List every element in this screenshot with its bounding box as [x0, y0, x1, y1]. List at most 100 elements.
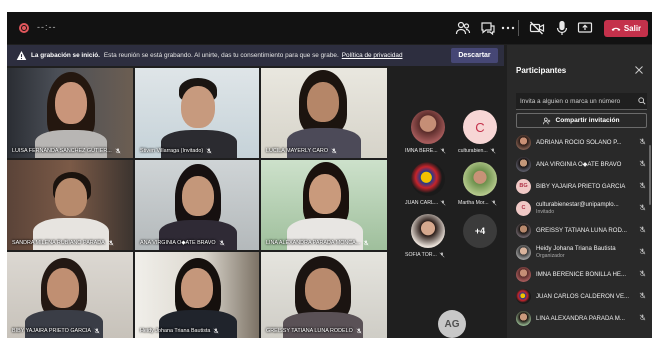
- video-tile[interactable]: LUISA FERNANDA SANCHEZ GUTIER...: [7, 68, 133, 158]
- video-tile[interactable]: LINA ALEXANDRA PARADA MONCA...: [261, 160, 387, 250]
- avatar: C: [516, 200, 531, 216]
- participant-avatar[interactable]: [411, 214, 445, 248]
- camera-off-icon[interactable]: [528, 19, 546, 37]
- avatar: [516, 310, 531, 326]
- participant-name: Heidy Johana Triana Bautista: [140, 328, 219, 334]
- people-icon[interactable]: [454, 19, 472, 37]
- participant-role: Invitado: [536, 209, 555, 215]
- mic-muted-icon: [639, 270, 646, 277]
- participant-avatar[interactable]: [411, 110, 445, 144]
- participant-list-item[interactable]: ADRIANA ROCIO SOLANO P...: [516, 131, 646, 153]
- video-tile[interactable]: Stiven Villarraga (Invitado): [135, 68, 259, 158]
- avatar: [516, 288, 531, 304]
- mic-muted-icon: [639, 226, 646, 233]
- teams-meeting-window: --:-- Salir La grabación se inició. Esta…: [7, 12, 652, 338]
- participant-list-item[interactable]: JUAN CARLOS CALDERON VE...: [516, 285, 646, 307]
- avatar-label: culturabien...: [458, 148, 496, 154]
- participant-name: ANA VIRGINIA O◆ATE BRAVO: [140, 240, 225, 246]
- mic-muted-icon: [440, 200, 446, 206]
- video-tile[interactable]: Heidy Johana Triana Bautista: [135, 252, 259, 338]
- invite-input[interactable]: [516, 93, 647, 110]
- recording-banner: La grabación se inició. Esta reunión se …: [7, 45, 504, 66]
- warning-icon: [16, 51, 27, 60]
- mic-muted-icon: [206, 148, 212, 154]
- participant-name: SANDRA MILENA RUBIANO PARADA: [12, 240, 114, 246]
- mic-muted-icon: [639, 314, 646, 321]
- banner-message: Esta reunión se está grabando. Al unirte…: [103, 52, 339, 59]
- mic-muted-icon: [639, 248, 646, 255]
- avatar-label: Martha Mor...: [458, 200, 497, 206]
- mic-muted-icon: [639, 292, 646, 299]
- participant-avatar[interactable]: [411, 162, 445, 196]
- participant-list-item[interactable]: IMNA BERENICE BONILLA HE...: [516, 263, 646, 285]
- banner-title: La grabación se inició.: [31, 52, 100, 59]
- self-avatar[interactable]: AG: [438, 310, 466, 338]
- participant-avatar[interactable]: [463, 162, 497, 196]
- participant-list-item[interactable]: C culturabienestar@unipamplo... Invitado: [516, 197, 646, 219]
- leave-button[interactable]: Salir: [604, 20, 648, 37]
- mic-muted-icon: [213, 328, 219, 334]
- privacy-policy-link[interactable]: Política de privacidad: [342, 52, 403, 59]
- mic-muted-icon: [491, 200, 496, 206]
- mic-muted-icon: [639, 138, 646, 145]
- mic-muted-icon: [490, 148, 496, 154]
- recording-indicator-icon: [19, 23, 29, 33]
- video-tile[interactable]: GREISSY TATIANA LUNA RODELO: [261, 252, 387, 338]
- avatar-label: IMNA BERE...: [405, 148, 446, 154]
- video-tile[interactable]: LUCILA MAYERLY CARO: [261, 68, 387, 158]
- microphone-icon[interactable]: [553, 19, 571, 37]
- mic-muted-icon: [440, 148, 446, 154]
- avatar: [516, 134, 531, 150]
- mic-muted-icon: [639, 160, 646, 167]
- avatar: [516, 266, 531, 282]
- more-options-icon[interactable]: [499, 19, 517, 37]
- avatar: [516, 244, 531, 260]
- panel-title: Participantes: [516, 66, 567, 75]
- mic-muted-icon: [108, 240, 114, 246]
- share-invitation-label: Compartir invitación: [555, 117, 620, 124]
- avatar: [516, 222, 531, 238]
- mic-muted-icon: [115, 148, 121, 154]
- toolbar-divider: [518, 20, 519, 36]
- meeting-toolbar: --:-- Salir: [7, 12, 652, 44]
- video-tile[interactable]: BIBY YAJAIRA PRIETO GARCIA: [7, 252, 133, 338]
- participant-name: GREISSY TATIANA LUNA RODELO: [266, 328, 362, 334]
- mic-muted-icon: [439, 252, 445, 258]
- participant-name: Stiven Villarraga (Invitado): [140, 148, 212, 154]
- participant-name: BIBY YAJAIRA PRIETO GARCIA: [12, 328, 100, 334]
- participant-list-item[interactable]: ANA VIRGINIA O◆ATE BRAVO: [516, 153, 646, 175]
- avatar: BG: [516, 178, 531, 194]
- meeting-timer: --:--: [37, 22, 57, 32]
- participant-list-scrollbar[interactable]: [649, 145, 651, 205]
- participant-list-item[interactable]: BG BIBY YAJAIRA PRIETO GARCIA: [516, 175, 646, 197]
- participants-panel: Participantes Compartir invitación ADRIA…: [507, 45, 652, 338]
- close-icon[interactable]: [634, 65, 644, 75]
- mic-muted-icon: [639, 182, 646, 189]
- mic-muted-icon: [639, 204, 646, 211]
- share-invitation-button[interactable]: Compartir invitación: [516, 113, 647, 128]
- mic-muted-icon: [363, 240, 369, 246]
- participant-avatar[interactable]: C: [463, 110, 497, 144]
- participant-list-item[interactable]: LINA ALEXANDRA PARADA M...: [516, 307, 646, 329]
- participant-list-item[interactable]: GREISSY TATIANA LUNA ROD...: [516, 219, 646, 241]
- avatar-label: JUAN CARL...: [405, 200, 446, 206]
- video-tile[interactable]: SANDRA MILENA RUBIANO PARADA: [7, 160, 133, 250]
- phone-hangup-icon: [611, 27, 621, 31]
- participant-list: ADRIANA ROCIO SOLANO P... ANA VIRGINIA O…: [507, 131, 652, 338]
- participant-strip: IMNA BERE... C culturabien... JUAN CARL.…: [391, 68, 504, 338]
- leave-button-label: Salir: [623, 24, 642, 33]
- participant-name: LINA ALEXANDRA PARADA MONCA...: [266, 240, 369, 246]
- mic-muted-icon: [94, 328, 100, 334]
- video-grid: LUISA FERNANDA SANCHEZ GUTIER... Stiven …: [7, 68, 387, 338]
- participant-list-item[interactable]: Heidy Johana Triana Bautista Organizador: [516, 241, 646, 263]
- participant-name: LUCILA MAYERLY CARO: [266, 148, 337, 154]
- chat-icon[interactable]: [479, 19, 497, 37]
- mic-muted-icon: [331, 148, 337, 154]
- video-tile[interactable]: ANA VIRGINIA O◆ATE BRAVO: [135, 160, 259, 250]
- participant-name: LUISA FERNANDA SANCHEZ GUTIER...: [12, 148, 121, 154]
- avatar-label: SOFIA TOR...: [405, 252, 445, 258]
- dismiss-button[interactable]: Descartar: [451, 48, 498, 63]
- more-participants-button[interactable]: +4: [463, 214, 497, 248]
- search-icon[interactable]: [638, 97, 646, 105]
- share-screen-icon[interactable]: [576, 19, 594, 37]
